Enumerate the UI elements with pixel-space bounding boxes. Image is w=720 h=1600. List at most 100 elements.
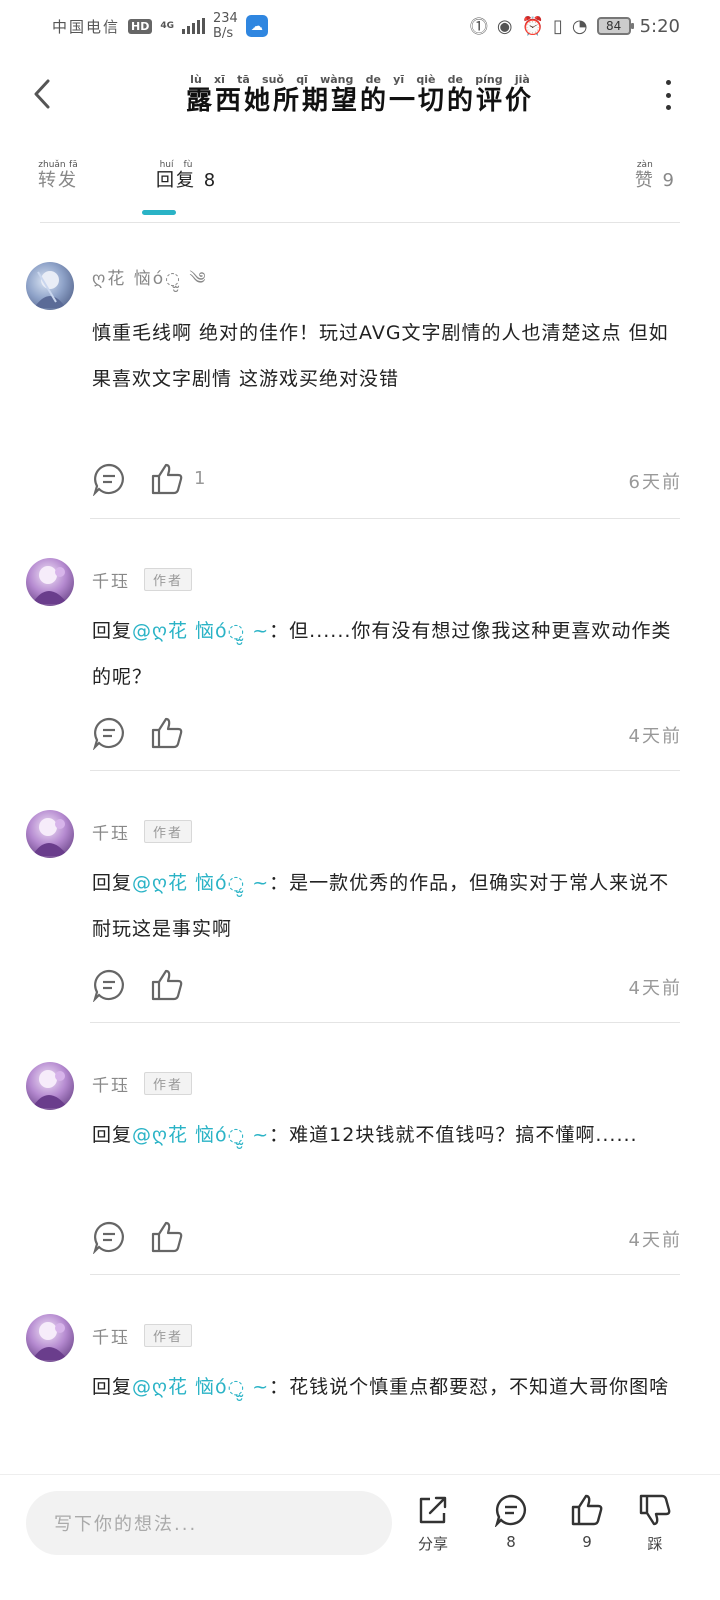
tab-reply[interactable]: 回复huí fù 8 <box>156 160 217 192</box>
signal-icon <box>182 18 206 34</box>
status-right: ⓵ ◉ ⏰ ▯ ◔ 84 5:20 <box>470 13 680 39</box>
tab-reply-label: 回复 <box>156 170 196 191</box>
reply-comment-icon[interactable] <box>92 968 126 1002</box>
comment-divider <box>90 770 680 771</box>
comment-icon <box>494 1494 526 1527</box>
alarm-icon: ⏰ <box>521 15 544 37</box>
share-button[interactable]: 分享 <box>408 1493 458 1554</box>
like-count: 9 <box>582 1533 592 1551</box>
avatar[interactable] <box>26 262 74 310</box>
network-speed-value: 234 <box>213 11 238 26</box>
compose-input[interactable]: 写下你的想法... <box>26 1491 392 1555</box>
comment-header: 千珏 作者 <box>92 1318 193 1352</box>
avatar[interactable] <box>26 558 74 606</box>
dislike-button[interactable]: 踩 <box>630 1493 680 1554</box>
tab-like-pinyin: zàn <box>634 160 655 170</box>
reply-comment-icon[interactable] <box>92 716 126 750</box>
bottom-bar: 写下你的想法... 分享 8 9 踩 <box>0 1474 720 1600</box>
mention-link[interactable]: @ღ花 恼ό◌̫̮ ~ <box>132 1376 269 1398</box>
page-title: 露西她所期望的一切的评价lù xī tā suǒ qī wàng de yī q… <box>0 73 720 117</box>
page-title-pinyin: lù xī tā suǒ qī wàng de yī qiè de píng j… <box>185 72 534 86</box>
comment-actions: 4天前 <box>92 716 682 752</box>
thumbs-up-icon <box>571 1494 603 1526</box>
reply-label: 回复 <box>92 1376 133 1398</box>
thumbs-up-icon[interactable] <box>150 968 184 1002</box>
share-icon <box>419 1496 447 1524</box>
tab-like-count: 9 <box>662 170 676 191</box>
mention-link[interactable]: @ღ花 恼ό◌̫̮ ~ <box>132 872 269 894</box>
tab-bar: 转发zhuǎn fā 回复huí fù 8 赞zàn 9 <box>0 150 720 223</box>
author-badge: 作者 <box>144 1071 193 1095</box>
page-title-text: 露西她所期望的一切的评价lù xī tā suǒ qī wàng de yī q… <box>185 73 534 116</box>
reply-comment-icon[interactable] <box>92 462 126 496</box>
comment-header: 千珏 作者 <box>92 562 193 596</box>
like-button[interactable]: 9 <box>562 1493 612 1551</box>
tab-forward[interactable]: 转发zhuǎn fā <box>38 160 78 192</box>
comment-actions: 4天前 <box>92 1220 682 1256</box>
username[interactable]: 千珏 <box>92 567 130 592</box>
tabs-divider <box>40 222 680 223</box>
more-dot-icon <box>665 80 671 85</box>
comment-actions: 1 6天前 <box>92 462 682 498</box>
avatar-image <box>32 818 68 856</box>
battery-icon: 84 <box>596 17 634 35</box>
thumbs-up-icon[interactable] <box>150 1220 184 1254</box>
avatar-image <box>32 1322 68 1360</box>
author-badge: 作者 <box>144 567 193 591</box>
tab-forward-label: 转发 <box>38 170 78 191</box>
compose-placeholder: 写下你的想法... <box>54 1514 198 1535</box>
mention-link[interactable]: @ღ花 恼ό◌̫̮ ~ <box>132 1124 269 1146</box>
avatar[interactable] <box>26 1062 74 1110</box>
more-dot-icon <box>665 105 671 110</box>
author-badge: 作者 <box>144 819 193 843</box>
page-title-chars: 露西她所期望的一切的评价 <box>185 85 534 116</box>
like-count: 1 <box>194 468 206 489</box>
avatar[interactable] <box>26 810 74 858</box>
comment-count: 8 <box>506 1533 516 1551</box>
network-speed-unit: B/s <box>213 26 234 41</box>
thumbs-down-icon <box>639 1494 671 1526</box>
timestamp: 6天前 <box>628 472 682 493</box>
timestamp: 4天前 <box>628 726 682 747</box>
network-type: 4G <box>160 20 175 31</box>
network-speed: 234 B/s <box>213 11 238 41</box>
username[interactable]: ღ花 恼ό◌̫̮ ༄ <box>92 259 208 307</box>
header: 露西她所期望的一切的评价lù xī tā suǒ qī wàng de yī q… <box>0 60 720 130</box>
avatar-image <box>34 271 66 308</box>
eye-icon: ◉ <box>496 15 513 37</box>
status-left: 中国电信 HD 4G 234 B/s ☁ <box>52 11 268 41</box>
username[interactable]: 千珏 <box>92 819 130 844</box>
tab-like[interactable]: 赞zàn 9 <box>635 160 676 192</box>
reply-comment-icon[interactable] <box>92 1220 126 1254</box>
weather-icon: ☁ <box>245 15 268 37</box>
sim-icon: ⓵ <box>469 17 488 38</box>
avatar-image <box>32 1070 68 1108</box>
comment-divider <box>90 1022 680 1023</box>
tab-reply-count: 8 <box>203 170 218 191</box>
hd-badge: HD <box>128 18 153 34</box>
more-options-button[interactable] <box>656 80 680 110</box>
reply-label: 回复 <box>92 620 133 642</box>
comment-actions: 4天前 <box>92 968 682 1004</box>
reply-label: 回复 <box>92 872 133 894</box>
back-button[interactable] <box>22 74 62 114</box>
thumbs-up-icon[interactable] <box>150 462 184 496</box>
dislike-label: 踩 <box>647 1535 663 1553</box>
comment-text: 回复@ღ花 恼ό◌̫̮ ~：难道12块钱就不值钱吗？搞不懂啊...... <box>92 1112 682 1158</box>
tab-forward-pinyin: zhuǎn fā <box>38 160 78 170</box>
vibrate-icon: ▯ <box>552 15 563 37</box>
chevron-left-icon <box>34 79 50 109</box>
comment-text: 回复@ღ花 恼ό◌̫̮ ~：花钱说个慎重点都要怼，不知道大哥你图啥 <box>92 1364 682 1410</box>
username[interactable]: 千珏 <box>92 1071 130 1096</box>
comment-header: 千珏 作者 <box>92 814 193 848</box>
username[interactable]: 千珏 <box>92 1323 130 1348</box>
comment-button[interactable]: 8 <box>486 1493 536 1551</box>
mention-link[interactable]: @ღ花 恼ό◌̫̮ ~ <box>132 620 269 642</box>
thumbs-up-icon[interactable] <box>150 716 184 750</box>
comment-text: 回复@ღ花 恼ό◌̫̮ ~：是一款优秀的作品，但确实对于常人来说不耐玩这是事实啊 <box>92 860 682 952</box>
tab-active-indicator <box>142 210 176 215</box>
avatar[interactable] <box>26 1314 74 1362</box>
timestamp: 4天前 <box>628 1230 682 1251</box>
comment-content: ：花钱说个慎重点都要怼，不知道大哥你图啥 <box>269 1376 670 1398</box>
author-badge: 作者 <box>144 1323 193 1347</box>
